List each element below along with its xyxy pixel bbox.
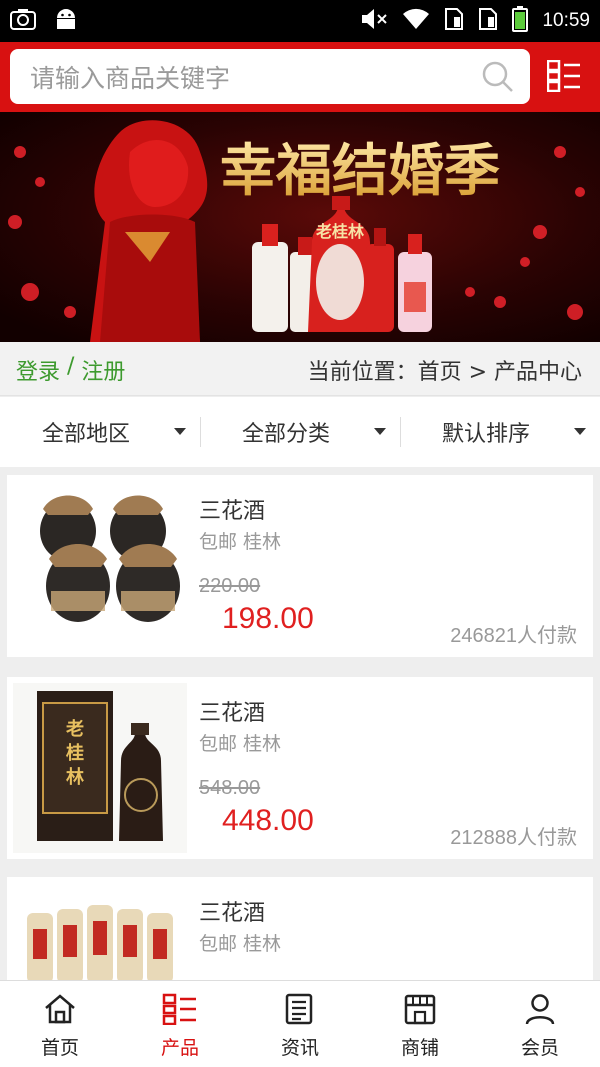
caret-down-icon [374,428,386,435]
home-icon [43,993,77,1029]
android-icon [54,7,78,35]
nav-home-label: 首页 [40,1037,79,1059]
banner-headline: 幸福结婚季 [220,138,500,204]
location-bar: 登录 / 注册 当前位置：首页 > 产品中心 [0,342,600,396]
product-image [13,883,187,980]
shop-icon [403,993,437,1029]
nav-member-label: 会员 [520,1037,559,1059]
product-list: 三花酒 包邮 桂林 220.00 198.00 246821人付款 老 桂 林 … [0,467,600,980]
nav-news-label: 资讯 [280,1037,319,1059]
search-placeholder: 请输入商品关键字 [30,63,231,93]
search-input[interactable]: 请输入商品关键字 [10,49,530,104]
screenshot-icon [10,8,36,34]
filter-region[interactable]: 全部地区 [0,397,200,467]
svg-text:老: 老 [66,718,84,740]
promo-banner[interactable]: 幸福结婚季 老桂林 [0,112,600,342]
filter-sort[interactable]: 默认排序 [400,397,600,467]
svg-text:桂: 桂 [65,742,84,764]
nav-shops[interactable]: 商铺 [360,981,480,1067]
product-list-icon [162,993,198,1029]
sim1-icon [444,7,464,35]
auth-links: 登录 / 注册 [16,354,125,386]
clock: 10:59 [542,10,590,31]
filter-category-label: 全部分类 [241,422,330,447]
battery-icon [512,6,529,36]
nav-home[interactable]: 首页 [0,981,120,1067]
filter-sort-label: 默认排序 [441,422,530,447]
product-card[interactable]: 老 桂 林 三花酒 包邮 桂林 548.00 448.00 212888人付款 [7,677,593,859]
caret-down-icon [574,428,586,435]
product-name: 三花酒 [199,499,266,524]
product-image [13,481,187,651]
product-meta: 包邮 桂林 [199,733,282,755]
product-meta: 包邮 桂林 [199,933,282,955]
caret-down-icon [174,428,186,435]
header: 请输入商品关键字 [0,42,600,112]
search-icon[interactable] [482,61,514,97]
filter-region-label: 全部地区 [41,422,130,447]
status-bar: 10:59 [0,0,600,42]
mute-icon [360,8,388,34]
product-card[interactable]: 三花酒 包邮 桂林 220.00 198.00 246821人付款 [7,475,593,657]
product-price: 198.00 [222,602,314,635]
nav-products-label: 产品 [160,1037,199,1059]
register-link[interactable]: 注册 [81,354,125,386]
product-old-price: 220.00 [199,575,261,597]
breadcrumb: 当前位置：首页 > 产品中心 [307,360,582,385]
nav-member[interactable]: 会员 [480,981,600,1067]
news-icon [284,993,316,1029]
auth-separator: / [60,354,82,379]
product-sales-count: 246821人付款 [450,625,577,647]
product-image: 老 桂 林 [13,683,187,853]
nav-products[interactable]: 产品 [120,981,240,1067]
product-old-price: 548.00 [199,777,261,799]
product-name: 三花酒 [199,901,266,926]
product-name: 三花酒 [199,701,266,726]
filter-bar: 全部地区 全部分类 默认排序 [0,397,600,467]
wifi-icon [402,8,430,34]
bottom-nav: 首页 产品 资讯 商铺 会员 [0,980,600,1067]
filter-category[interactable]: 全部分类 [200,397,400,467]
svg-text:林: 林 [66,766,84,788]
category-menu-icon[interactable] [546,59,581,96]
login-link[interactable]: 登录 [16,354,60,386]
product-meta: 包邮 桂林 [199,531,282,553]
product-price: 448.00 [222,804,314,837]
nav-news[interactable]: 资讯 [240,981,360,1067]
svg-text:老桂林: 老桂林 [315,222,364,241]
sim2-icon [478,7,498,35]
product-sales-count: 212888人付款 [450,827,577,849]
product-card[interactable]: 三花酒 包邮 桂林 [7,877,593,980]
member-icon [524,993,556,1029]
nav-shops-label: 商铺 [400,1037,439,1059]
